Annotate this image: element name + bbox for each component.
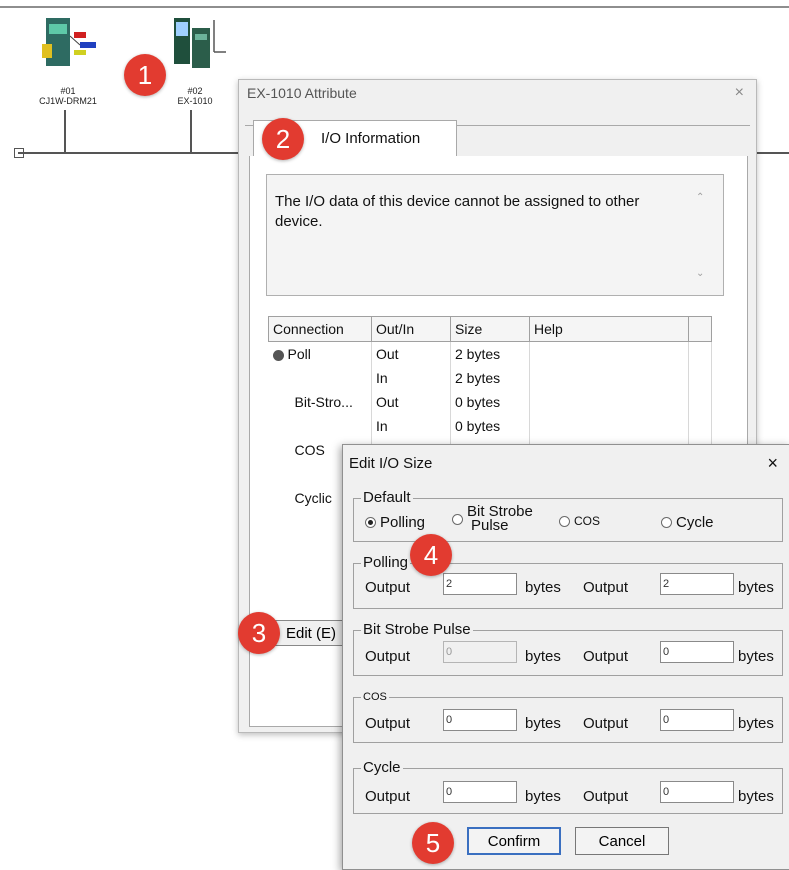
table-cell-connection — [268, 366, 372, 390]
table-cell-connection: Bit-Stro... — [268, 390, 372, 414]
table-row[interactable]: Poll Out 2 bytes — [268, 341, 712, 366]
callout-3: 3 — [238, 612, 280, 654]
table-cell-dir: In — [371, 366, 451, 390]
device-01-icon[interactable] — [36, 14, 102, 70]
device-01-name: CJ1W-DRM21 — [39, 96, 97, 106]
radio-bit-strobe-label-line2: Pulse — [471, 517, 509, 534]
cycle-output-input[interactable] — [443, 781, 517, 803]
cos-output-input[interactable] — [443, 709, 517, 731]
radio-cycle[interactable]: Cycle — [661, 514, 714, 531]
bit-strobe-input-unit: bytes — [738, 648, 774, 665]
cycle-input-label: Output — [583, 788, 629, 805]
scroll-up-icon[interactable]: ⌃ — [696, 192, 704, 203]
close-icon[interactable]: × — [735, 84, 744, 102]
cycle-input-unit: bytes — [738, 788, 774, 805]
confirm-button[interactable]: Confirm — [467, 827, 561, 855]
callout-2: 2 — [262, 118, 304, 160]
table-cell-size: 2 bytes — [450, 366, 530, 390]
info-text: The I/O data of this device cannot be as… — [275, 193, 640, 230]
table-cell-size: 0 bytes — [450, 414, 530, 438]
table-row[interactable]: In 2 bytes — [268, 366, 712, 390]
cycle-output-label: Output — [365, 788, 411, 805]
device-02-name: EX-1010 — [177, 96, 213, 106]
attribute-dialog-title: EX-1010 Attribute — [247, 85, 357, 101]
table-cell-connection — [268, 414, 372, 438]
bit-strobe-group-label: Bit Strobe Pulse — [361, 621, 473, 638]
cycle-group-label: Cycle — [361, 759, 403, 776]
table-cell-dir: Out — [371, 390, 451, 414]
bit-strobe-input-input[interactable] — [660, 641, 734, 663]
column-header-connection[interactable]: Connection — [268, 316, 372, 342]
bit-strobe-input-label: Output — [583, 648, 629, 665]
callout-5: 5 — [412, 822, 454, 864]
polling-output-input[interactable] — [443, 573, 517, 595]
table-row[interactable]: Bit-Stro... Out 0 bytes — [268, 390, 712, 414]
table-cell-connection: Poll — [287, 346, 311, 362]
device-02-number: #02 — [187, 86, 203, 96]
radio-cos-label: COS — [574, 514, 601, 528]
polling-input-unit: bytes — [738, 579, 774, 596]
cos-input-unit: bytes — [738, 715, 774, 732]
table-cell-size: 0 bytes — [450, 390, 530, 414]
canvas-top-border — [0, 6, 789, 8]
cycle-input-input[interactable] — [660, 781, 734, 803]
radio-empty-icon — [559, 515, 570, 527]
column-header-filler — [688, 316, 712, 342]
table-cell-dir: Out — [371, 341, 451, 366]
radio-cycle-label: Cycle — [676, 514, 714, 531]
device-02-drop-line — [190, 110, 192, 154]
bit-strobe-output-unit: bytes — [525, 648, 561, 665]
table-cell-dir: In — [371, 414, 451, 438]
polling-group-label: Polling — [361, 554, 411, 571]
poll-icon — [272, 349, 284, 361]
callout-4: 4 — [410, 534, 452, 576]
tab-io-information-label: I/O Information — [321, 130, 421, 147]
scroll-down-icon[interactable]: ⌄ — [696, 268, 704, 279]
polling-input-label: Output — [583, 579, 629, 596]
device-02-icon[interactable] — [168, 12, 230, 72]
device-02-label: #02 EX-1010 — [165, 86, 225, 106]
default-group-label: Default — [361, 489, 413, 506]
radio-empty-icon — [452, 513, 463, 525]
radio-cos[interactable]: COS — [559, 514, 600, 528]
close-icon[interactable]: × — [767, 453, 778, 474]
cos-output-unit: bytes — [525, 715, 561, 732]
column-header-out-in[interactable]: Out/In — [371, 316, 451, 342]
cos-input-label: Output — [583, 715, 629, 732]
cos-input-input[interactable] — [660, 709, 734, 731]
cos-output-label: Output — [365, 715, 411, 732]
cos-group-label: COS — [361, 689, 389, 705]
radio-bit-strobe-pulse[interactable]: Bit Strobe Pulse — [452, 504, 533, 534]
bit-strobe-output-label: Output — [365, 648, 411, 665]
radio-polling[interactable]: Polling — [365, 514, 425, 531]
bit-strobe-output-input — [443, 641, 517, 663]
radio-polling-label: Polling — [380, 514, 426, 531]
device-01-label: #01 CJ1W-DRM21 — [28, 86, 108, 106]
cancel-button[interactable]: Cancel — [575, 827, 669, 855]
column-header-size[interactable]: Size — [450, 316, 530, 342]
edit-dialog-title: Edit I/O Size — [349, 455, 433, 472]
callout-1: 1 — [124, 54, 166, 96]
cycle-output-unit: bytes — [525, 788, 561, 805]
radio-empty-icon — [661, 517, 672, 528]
radio-selected-icon — [365, 517, 376, 528]
table-row[interactable]: In 0 bytes — [268, 414, 712, 438]
device-01-drop-line — [64, 110, 66, 154]
table-cell-size: 2 bytes — [450, 341, 530, 366]
device-01-number: #01 — [60, 86, 76, 96]
polling-output-unit: bytes — [525, 579, 561, 596]
polling-output-label: Output — [365, 579, 411, 596]
column-header-help[interactable]: Help — [529, 316, 689, 342]
polling-input-input[interactable] — [660, 573, 734, 595]
edit-io-size-dialog: Edit I/O Size × Default Polling Bit Stro… — [342, 444, 789, 870]
